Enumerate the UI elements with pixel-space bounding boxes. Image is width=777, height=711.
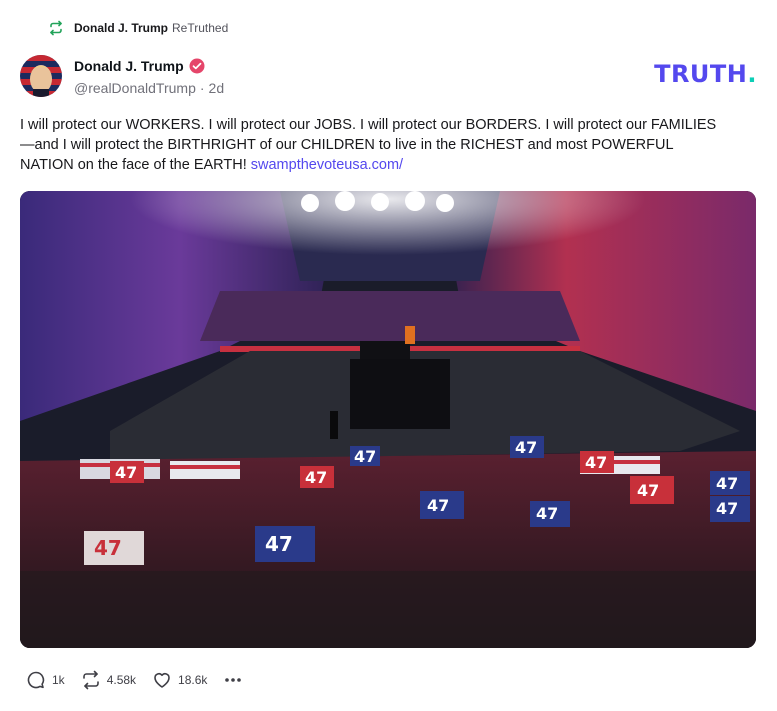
post-header: Donald J. Trump @realDonaldTrump · 2d TR… [20,54,757,98]
sign-47: 47 [94,536,122,560]
reply-icon [27,671,45,689]
brand-word: TRUTH [654,60,748,88]
like-button[interactable]: 18.6k [152,670,207,690]
sign-47: 47 [536,504,558,523]
post-age[interactable]: 2d [209,80,225,96]
retruth-label: ReTruthed [172,21,229,35]
sign-47: 47 [265,532,293,556]
retruth-banner[interactable]: Donald J. Trump ReTruthed [48,18,228,38]
sign-47: 47 [115,463,137,482]
author-display-name[interactable]: Donald J. Trump [74,58,184,74]
like-count: 18.6k [178,673,208,687]
reply-count: 1k [52,673,65,687]
post-image[interactable]: 47 47 47 47 47 47 47 47 47 47 47 47 [20,191,756,648]
brand-dot: . [747,60,757,88]
verified-badge-icon [189,58,205,73]
post-body: I will protect our WORKERS. I will prote… [20,115,720,175]
post-link[interactable]: swampthevoteusa.com/ [251,157,403,173]
heart-icon [154,672,170,688]
sign-47: 47 [515,438,537,457]
sign-47: 47 [716,499,738,518]
separator-dot: · [199,79,205,96]
sign-47: 47 [427,496,449,515]
post-actions: 1k 4.58k 18.6k [26,668,243,692]
avatar[interactable] [20,55,62,97]
more-options-button[interactable] [223,670,243,690]
sign-47: 47 [354,447,376,466]
retruth-count: 4.58k [106,673,137,687]
author-handle[interactable]: @realDonaldTrump [74,80,196,96]
sign-47: 47 [637,481,659,500]
retruth-user-name[interactable]: Donald J. Trump [74,21,168,35]
ellipsis-icon [225,678,242,682]
sign-47: 47 [716,474,738,493]
rally-arena-photo: 47 47 47 47 47 47 47 47 47 47 47 47 [20,191,756,648]
sign-47: 47 [305,468,327,487]
reply-button[interactable]: 1k [26,670,65,690]
retruth-button[interactable]: 4.58k [81,670,136,690]
retruth-icon [50,20,62,36]
truth-social-logo[interactable]: TRUTH. [654,60,757,88]
sign-47: 47 [585,453,607,472]
retruth-icon [82,670,99,690]
